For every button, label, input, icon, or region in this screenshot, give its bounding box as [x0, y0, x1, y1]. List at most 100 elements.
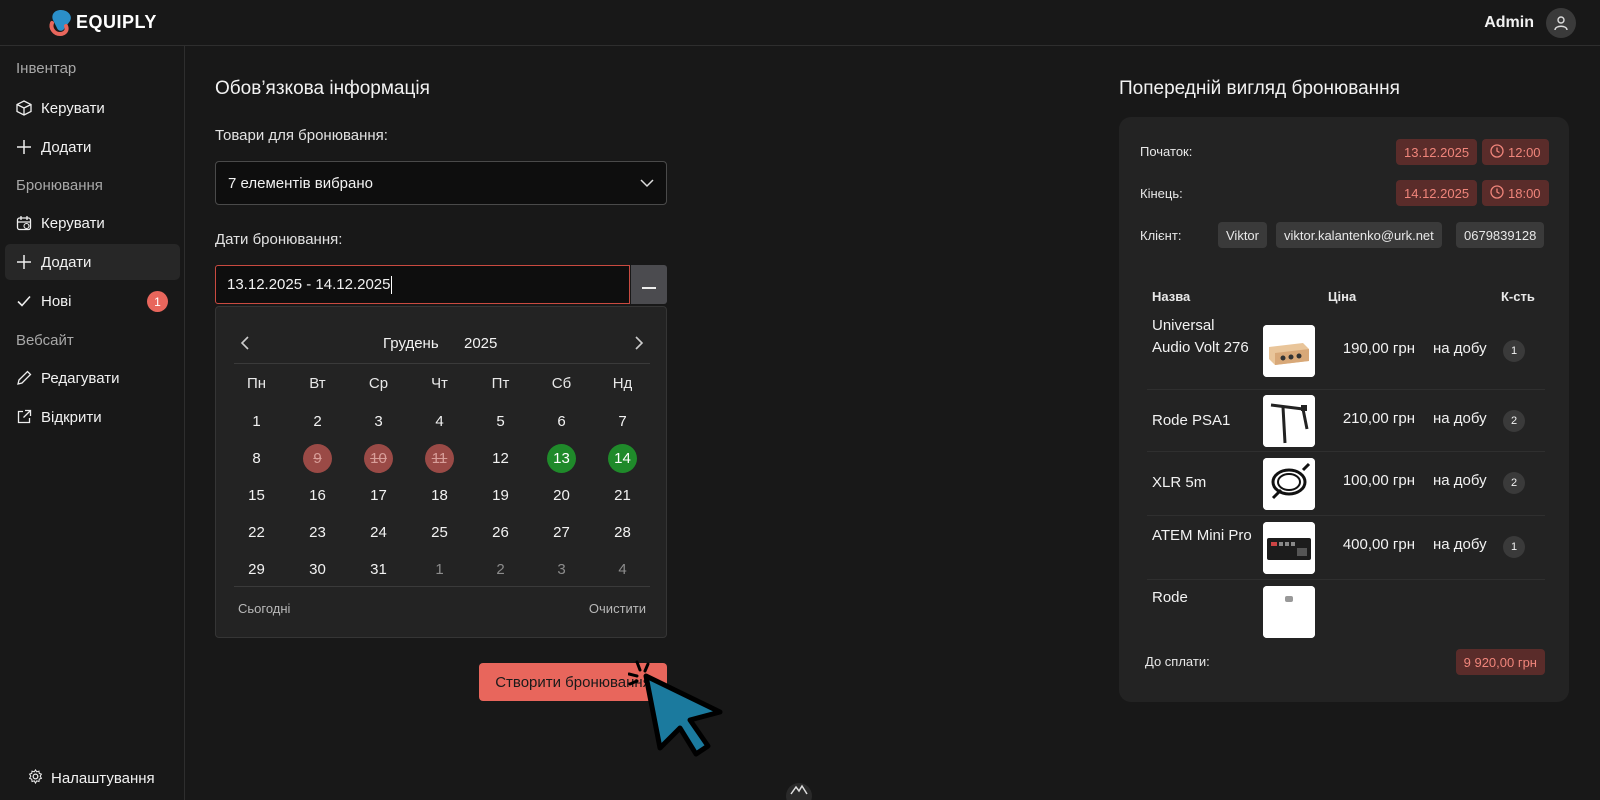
- calendar-day-booked: 11: [409, 440, 470, 477]
- start-time-chip: 12:00: [1482, 139, 1549, 165]
- day-number: 14: [608, 444, 637, 473]
- end-date-chip: 14.12.2025: [1396, 180, 1478, 206]
- sidebar-item-inventory-add[interactable]: Додати: [5, 129, 180, 165]
- calendar-day[interactable]: 3: [348, 403, 409, 440]
- calendar-day[interactable]: 15: [226, 477, 287, 514]
- user-menu[interactable]: Admin: [1484, 8, 1576, 38]
- calendar-year[interactable]: 2025: [464, 335, 497, 352]
- day-number: 4: [618, 561, 627, 578]
- item-price: 210,00 грн: [1342, 410, 1415, 427]
- calendar-day[interactable]: 4: [409, 403, 470, 440]
- item-period: на добу: [1433, 536, 1487, 553]
- brand-logo[interactable]: EQUIPLY: [48, 8, 157, 37]
- weekday-label: Ср: [368, 375, 389, 392]
- chevron-left-icon: [236, 336, 256, 357]
- column-header-qty: К-сть: [1501, 289, 1535, 304]
- calendar-day[interactable]: 16: [287, 477, 348, 514]
- calendar-day[interactable]: 23: [287, 514, 348, 551]
- today-button[interactable]: Сьогодні: [238, 601, 290, 616]
- calendar-day-selected[interactable]: 13: [531, 440, 592, 477]
- sidebar-item-label: Керувати: [41, 99, 105, 117]
- gear-icon: [28, 768, 43, 788]
- calendar-month[interactable]: Грудень: [383, 335, 439, 352]
- table-row: Rode: [1147, 580, 1545, 644]
- end-time: 18:00: [1508, 185, 1541, 201]
- calendar-day[interactable]: 6: [531, 403, 592, 440]
- chevron-down-icon: [640, 175, 654, 192]
- calendar-day-selected[interactable]: 14: [592, 440, 653, 477]
- clock-icon: [1490, 184, 1504, 202]
- calendar-day[interactable]: 22: [226, 514, 287, 551]
- item-name: ATEM Mini Pro: [1152, 527, 1252, 544]
- calendar-day-muted[interactable]: 1: [409, 551, 470, 588]
- calendar-day-muted[interactable]: 4: [592, 551, 653, 588]
- calendar-day-muted[interactable]: 2: [470, 551, 531, 588]
- user-name: Admin: [1484, 14, 1534, 31]
- start-date-chip: 13.12.2025: [1396, 139, 1478, 165]
- day-number: 30: [309, 561, 326, 578]
- sidebar-item-website-open[interactable]: Відкрити: [5, 399, 180, 435]
- client-email: viktor.kalantenko@urk.net: [1284, 227, 1434, 243]
- calendar-day[interactable]: 19: [470, 477, 531, 514]
- calendar-day[interactable]: 8: [226, 440, 287, 477]
- calendar-day[interactable]: 28: [592, 514, 653, 551]
- clear-button[interactable]: Очистити: [589, 601, 646, 616]
- items-select[interactable]: 7 елементів вибрано: [215, 161, 667, 205]
- prev-month-button[interactable]: [236, 333, 256, 353]
- audio-interface-thumbnail: [1263, 325, 1315, 377]
- sidebar-item-inventory-manage[interactable]: Керувати: [5, 90, 180, 126]
- calendar-icon: [15, 214, 33, 232]
- preview-title: Попередній вигляд бронювання: [1119, 78, 1400, 99]
- date-range-value: 13.12.2025 - 14.12.2025: [227, 276, 391, 293]
- calendar-day[interactable]: 30: [287, 551, 348, 588]
- settings-link[interactable]: Налаштування: [28, 768, 155, 788]
- calendar-day-muted[interactable]: 3: [531, 551, 592, 588]
- calendar-day[interactable]: 7: [592, 403, 653, 440]
- item-price: 190,00 грн: [1342, 340, 1415, 357]
- day-number: 25: [431, 524, 448, 541]
- brand-name: EQUIPLY: [76, 11, 157, 32]
- calendar-day[interactable]: 25: [409, 514, 470, 551]
- form-title: Обов’язкова інформація: [215, 78, 430, 99]
- user-avatar-icon[interactable]: [1546, 8, 1576, 38]
- calendar-day[interactable]: 26: [470, 514, 531, 551]
- calendar-day[interactable]: 1: [226, 403, 287, 440]
- day-number: 3: [557, 561, 566, 578]
- clear-dates-button[interactable]: [631, 265, 667, 304]
- day-number: 16: [309, 487, 326, 504]
- calendar-day[interactable]: 27: [531, 514, 592, 551]
- table-row: ATEM Mini Pro 400,00 грн на добу 1: [1147, 516, 1545, 580]
- calendar-day[interactable]: 17: [348, 477, 409, 514]
- sidebar-section-bookings: Бронювання: [16, 177, 103, 194]
- sidebar-item-bookings-new[interactable]: Нові 1: [5, 283, 180, 319]
- calendar-day[interactable]: 20: [531, 477, 592, 514]
- sidebar-item-bookings-manage[interactable]: Керувати: [5, 205, 180, 241]
- calendar-day[interactable]: 2: [287, 403, 348, 440]
- minus-icon: [642, 276, 656, 294]
- start-date: 13.12.2025: [1404, 144, 1470, 160]
- day-number: 26: [492, 524, 509, 541]
- calendar-day[interactable]: 5: [470, 403, 531, 440]
- day-number: 1: [252, 413, 261, 430]
- sidebar-item-bookings-add[interactable]: Додати: [5, 244, 180, 280]
- day-number: 6: [557, 413, 566, 430]
- calendar-day[interactable]: 31: [348, 551, 409, 588]
- day-number: 19: [492, 487, 509, 504]
- calendar-day[interactable]: 12: [470, 440, 531, 477]
- day-number: 1: [435, 561, 444, 578]
- date-range-input[interactable]: 13.12.2025 - 14.12.2025: [215, 265, 630, 304]
- pencil-icon: [15, 369, 33, 387]
- next-month-button[interactable]: [628, 333, 648, 353]
- calendar-day[interactable]: 18: [409, 477, 470, 514]
- day-number: 21: [614, 487, 631, 504]
- day-number: 4: [435, 413, 444, 430]
- calendar-day[interactable]: 21: [592, 477, 653, 514]
- sidebar-item-website-edit[interactable]: Редагувати: [5, 360, 180, 396]
- calendar-day[interactable]: 24: [348, 514, 409, 551]
- day-number: 28: [614, 524, 631, 541]
- day-number: 31: [370, 561, 387, 578]
- calendar-day[interactable]: 29: [226, 551, 287, 588]
- cable-thumbnail: [1263, 458, 1315, 510]
- calendar-day-booked: 9: [287, 440, 348, 477]
- weekday-label: Вт: [309, 375, 326, 392]
